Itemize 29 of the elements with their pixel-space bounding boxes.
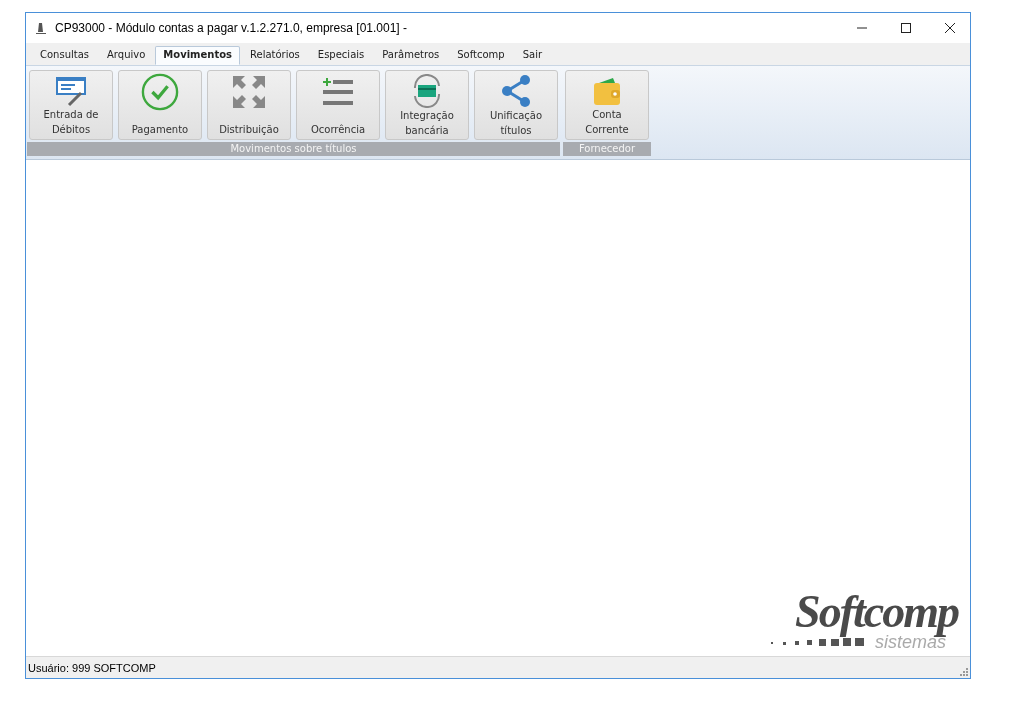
menu-tab[interactable]: Arquivo bbox=[99, 46, 154, 65]
app-icon bbox=[33, 20, 49, 36]
menu-tab[interactable]: Consultas bbox=[32, 46, 98, 65]
menu-tab[interactable]: Movimentos bbox=[155, 46, 240, 65]
menu-tab[interactable]: Relatórios bbox=[242, 46, 308, 65]
menu-tab[interactable]: Parâmetros bbox=[374, 46, 448, 65]
expand-arrows-icon bbox=[231, 74, 267, 110]
maximize-icon[interactable] bbox=[900, 22, 912, 34]
check-circle-icon bbox=[141, 73, 179, 111]
window-title: CP93000 - Módulo contas a pagar v.1.2.271.0, empresa [01.001] - bbox=[55, 21, 407, 35]
ribbon-button[interactable]: Entrada de Débitos bbox=[29, 70, 113, 140]
ribbon-button[interactable]: Unificação títulos bbox=[474, 70, 558, 140]
ribbon-button[interactable]: Integração bancária bbox=[385, 70, 469, 140]
ribbon-button[interactable]: Conta Corrente bbox=[565, 70, 649, 140]
ribbon-button[interactable]: Distribuição bbox=[207, 70, 291, 140]
group-label: Fornecedor bbox=[563, 142, 651, 156]
menu-tab[interactable]: Sair bbox=[514, 46, 551, 65]
group-label: Movimentos sobre títulos bbox=[27, 142, 560, 156]
resize-grip-icon bbox=[960, 668, 968, 676]
status-user: Usuário: 999 SOFTCOMP bbox=[28, 661, 156, 674]
ribbon-button[interactable]: Ocorrência bbox=[296, 70, 380, 140]
close-icon[interactable] bbox=[944, 22, 956, 34]
form-edit-icon bbox=[55, 74, 87, 107]
menu-tab[interactable]: Especiais bbox=[309, 46, 373, 65]
add-list-icon bbox=[321, 76, 355, 108]
menu-tab[interactable]: Softcomp bbox=[449, 46, 513, 65]
logo-tagline: sistemas bbox=[875, 634, 946, 650]
share-icon bbox=[499, 74, 533, 108]
ribbon-button[interactable]: Pagamento bbox=[118, 70, 202, 140]
